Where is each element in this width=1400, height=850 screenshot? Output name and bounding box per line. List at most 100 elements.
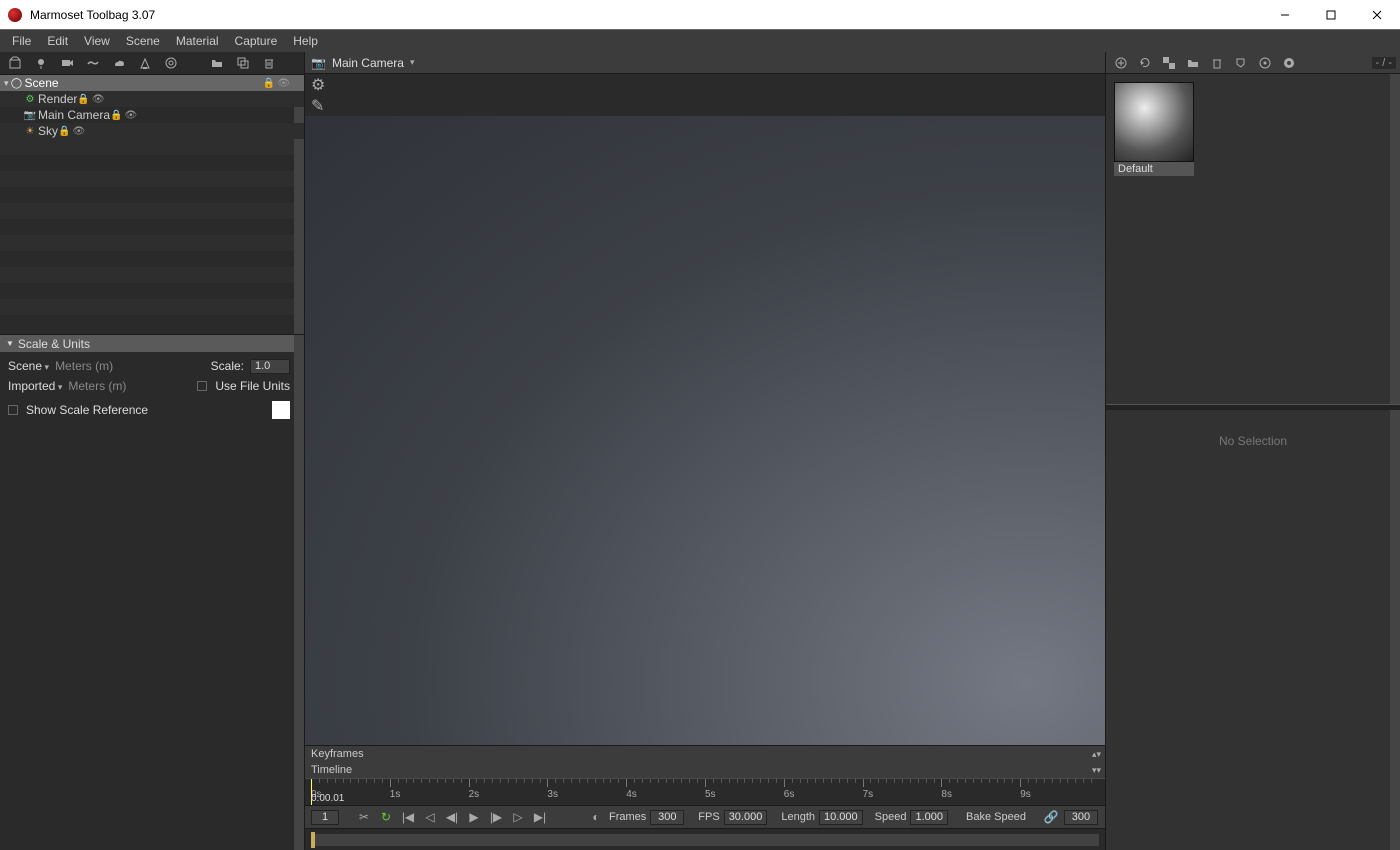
- show-scale-ref-checkbox[interactable]: [8, 405, 18, 415]
- link-icon[interactable]: 🔗: [1042, 810, 1060, 824]
- length-input[interactable]: 10.000: [819, 810, 863, 825]
- bake-speed-button[interactable]: Bake Speed: [966, 811, 1026, 823]
- lock-icon[interactable]: 🔒: [263, 78, 275, 89]
- timeline-label: Timeline: [311, 764, 352, 776]
- add-camera-icon[interactable]: [56, 52, 78, 74]
- scene-unit-dropdown[interactable]: Scene: [8, 359, 49, 373]
- frames-label: Frames: [609, 811, 646, 823]
- tree-root-scene[interactable]: ▾ ◯ Scene 🔒👁: [0, 75, 304, 91]
- target-icon[interactable]: [1254, 53, 1276, 73]
- scene-toolbar: [0, 52, 304, 74]
- keyframes-expand-icon[interactable]: ▴▾: [1092, 749, 1101, 760]
- imported-unit-value: Meters (m): [68, 379, 126, 393]
- left-panel: ▾ ◯ Scene 🔒👁 ⚙Render 🔒👁 📷Main Camera 🔒👁 …: [0, 52, 305, 850]
- speed-label: Speed: [875, 811, 907, 823]
- frame-number-input[interactable]: 1: [311, 810, 339, 825]
- prop-scrollbar[interactable]: [294, 335, 304, 850]
- menu-help[interactable]: Help: [285, 30, 326, 52]
- tree-root-label: Scene: [25, 76, 263, 90]
- track-bar[interactable]: [311, 834, 1099, 846]
- add-object-icon[interactable]: [4, 52, 26, 74]
- camera-select-icon[interactable]: 📷: [311, 56, 326, 70]
- center-area: 📷 Main Camera ⚙ ✎ Keyframes ▴▾ Timeline …: [305, 52, 1105, 850]
- close-button[interactable]: [1354, 0, 1400, 29]
- tree-label: Main Camera: [38, 108, 110, 122]
- scale-units-header[interactable]: Scale & Units: [0, 335, 294, 352]
- eye-icon[interactable]: 👁: [277, 78, 290, 89]
- menu-capture[interactable]: Capture: [227, 30, 286, 52]
- delete-icon[interactable]: [258, 52, 280, 74]
- keyframes-header[interactable]: Keyframes ▴▾: [305, 746, 1105, 762]
- add-turntable-icon[interactable]: [160, 52, 182, 74]
- assign-material-icon[interactable]: [1230, 53, 1252, 73]
- menu-view[interactable]: View: [76, 30, 118, 52]
- cut-icon[interactable]: ✂: [355, 810, 373, 824]
- add-shadow-icon[interactable]: [134, 52, 156, 74]
- brush-icon[interactable]: ✎: [311, 96, 324, 116]
- globe-icon[interactable]: ◐: [587, 810, 605, 824]
- viewport-3d[interactable]: [305, 116, 1105, 745]
- bake-frames-input[interactable]: 300: [1064, 810, 1098, 825]
- tree-item-main-camera[interactable]: 📷Main Camera 🔒👁: [0, 107, 304, 123]
- eye-icon[interactable]: 👁: [72, 126, 85, 137]
- play-fwd-icon[interactable]: |▶: [487, 810, 505, 824]
- add-fog-icon[interactable]: [82, 52, 104, 74]
- ruler-label: 3s: [547, 789, 558, 800]
- maximize-button[interactable]: [1308, 0, 1354, 29]
- step-fwd-icon[interactable]: ▷: [509, 810, 527, 824]
- camera-dropdown[interactable]: Main Camera: [332, 56, 415, 70]
- folder-icon[interactable]: [206, 52, 228, 74]
- lock-icon[interactable]: 🔒: [77, 94, 89, 105]
- imported-unit-dropdown[interactable]: Imported: [8, 379, 62, 393]
- tree-item-sky[interactable]: ☀Sky 🔒👁: [0, 123, 304, 139]
- menu-scene[interactable]: Scene: [118, 30, 168, 52]
- add-sky-icon[interactable]: [108, 52, 130, 74]
- fps-input[interactable]: 30.000: [724, 810, 768, 825]
- ruler-label: 1s: [390, 789, 401, 800]
- eye-icon[interactable]: 👁: [124, 110, 137, 121]
- refresh-material-icon[interactable]: [1134, 53, 1156, 73]
- scale-input[interactable]: 1.0: [250, 359, 290, 374]
- timeline-expand-icon[interactable]: ▾▾: [1092, 765, 1101, 776]
- viewport-toolbar: 📷 Main Camera: [305, 52, 1105, 74]
- settings-icon[interactable]: ⚙: [311, 75, 325, 95]
- scale-ref-color[interactable]: [272, 401, 290, 419]
- menu-material[interactable]: Material: [168, 30, 227, 52]
- timeline-panel: Keyframes ▴▾ Timeline ▾▾ 0s1s2s3s4s5s6s7…: [305, 745, 1105, 850]
- lock-icon[interactable]: 🔒: [110, 110, 122, 121]
- menu-file[interactable]: File: [4, 30, 39, 52]
- loop-icon[interactable]: ↻: [377, 810, 395, 824]
- scene-tree[interactable]: ▾ ◯ Scene 🔒👁 ⚙Render 🔒👁 📷Main Camera 🔒👁 …: [0, 74, 304, 334]
- disc-icon[interactable]: [1278, 53, 1300, 73]
- frames-input[interactable]: 300: [650, 810, 684, 825]
- play-icon[interactable]: ▶: [465, 810, 483, 824]
- add-light-icon[interactable]: [30, 52, 52, 74]
- play-back-icon[interactable]: ◀|: [443, 810, 461, 824]
- step-back-icon[interactable]: ◁: [421, 810, 439, 824]
- checker-icon[interactable]: [1158, 53, 1180, 73]
- speed-input[interactable]: 1.000: [910, 810, 948, 825]
- open-material-icon[interactable]: [1182, 53, 1204, 73]
- track-knob[interactable]: [311, 832, 315, 848]
- add-material-icon[interactable]: [1110, 53, 1132, 73]
- eye-icon[interactable]: 👁: [92, 94, 105, 105]
- timeline-track[interactable]: [305, 828, 1105, 850]
- material-grid[interactable]: Default: [1106, 74, 1400, 404]
- use-file-units-checkbox[interactable]: [197, 381, 207, 391]
- material-item-default[interactable]: Default: [1114, 82, 1198, 176]
- tree-item-render[interactable]: ⚙Render 🔒👁: [0, 91, 304, 107]
- go-end-icon[interactable]: ▶|: [531, 810, 549, 824]
- duplicate-icon[interactable]: [232, 52, 254, 74]
- keyframes-label: Keyframes: [311, 748, 364, 760]
- minimize-button[interactable]: [1262, 0, 1308, 29]
- delete-material-icon[interactable]: [1206, 53, 1228, 73]
- timeline-header[interactable]: Timeline ▾▾: [305, 762, 1105, 778]
- scene-icon: ◯: [11, 77, 23, 89]
- material-scrollbar[interactable]: [1390, 74, 1400, 404]
- timeline-ruler[interactable]: 0s1s2s3s4s5s6s7s8s9s 0:00.01: [305, 778, 1105, 806]
- menu-edit[interactable]: Edit: [39, 30, 76, 52]
- lock-icon[interactable]: 🔒: [58, 126, 70, 137]
- go-start-icon[interactable]: |◀: [399, 810, 417, 824]
- window-titlebar: Marmoset Toolbag 3.07: [0, 0, 1400, 30]
- material-props-scrollbar[interactable]: [1390, 410, 1400, 850]
